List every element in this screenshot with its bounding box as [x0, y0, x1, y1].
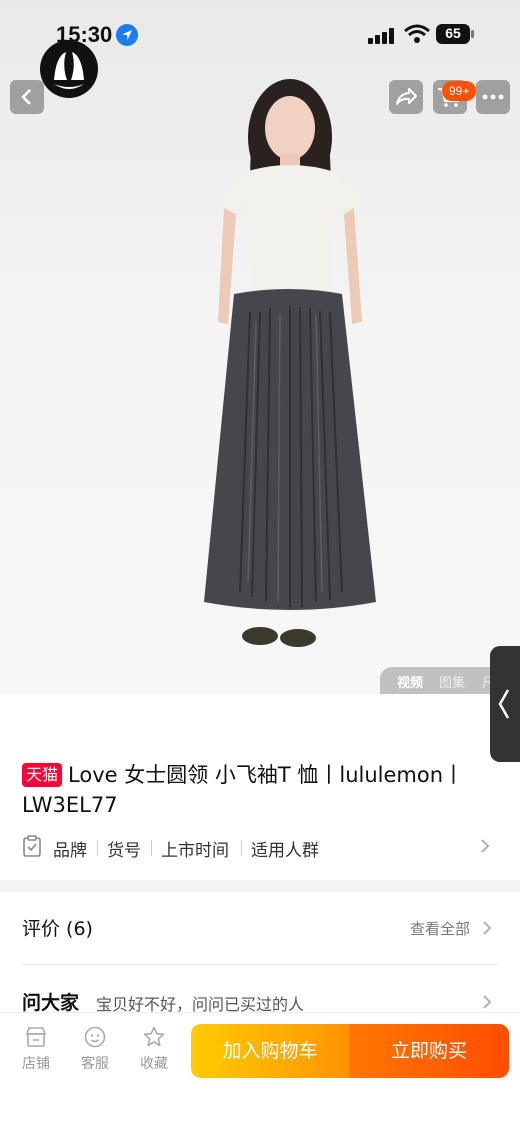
- tab-video[interactable]: 视频: [397, 672, 423, 691]
- view-all-reviews-link[interactable]: 查看全部: [410, 918, 470, 939]
- attribute-brand: 品牌: [53, 841, 87, 861]
- chevron-right-icon: [483, 921, 492, 935]
- buy-now-button[interactable]: 立即购买: [349, 1024, 509, 1078]
- bottom-action-bar: 店铺 客服 收藏 加入购物车 立即购买: [0, 1012, 520, 1127]
- tab-gallery[interactable]: 图集: [439, 672, 465, 691]
- product-attributes-row[interactable]: 品牌 货号 上市时间 适用人群: [22, 832, 498, 862]
- store-label: 店铺: [22, 1056, 50, 1072]
- share-button[interactable]: [389, 80, 423, 114]
- location-arrow-icon: [116, 24, 138, 46]
- tmall-badge: 天猫: [22, 763, 63, 787]
- section-divider: [0, 880, 520, 892]
- attribute-release-date: 上市时间: [161, 841, 229, 861]
- share-icon: [396, 88, 417, 105]
- favorite-button[interactable]: 收藏: [134, 1025, 174, 1073]
- clipboard-icon: [23, 835, 41, 857]
- chevron-right-icon: [483, 995, 492, 1009]
- chevron-left-icon: [21, 89, 31, 105]
- battery-level: 65: [445, 25, 461, 41]
- more-icon: [482, 94, 504, 100]
- chevron-left-icon: [498, 689, 510, 719]
- product-title-text: Love 女士圆领 小飞袖T 恤丨lululemon丨LW3EL77: [22, 763, 465, 817]
- wifi-icon: [404, 24, 430, 43]
- customer-service-button[interactable]: 客服: [75, 1025, 115, 1073]
- reviews-section[interactable]: 评价 (6) 查看全部: [22, 910, 498, 946]
- chevron-right-icon: [481, 839, 490, 853]
- store-button[interactable]: 店铺: [16, 1025, 56, 1073]
- reviews-title: 评价 (6): [22, 918, 93, 940]
- ask-everyone-title: 问大家: [22, 992, 80, 1014]
- star-icon: [143, 1026, 165, 1047]
- attribute-item-number: 货号: [107, 841, 141, 861]
- customer-service-icon: [84, 1026, 106, 1048]
- customer-service-label: 客服: [81, 1056, 109, 1072]
- store-icon: [25, 1027, 47, 1047]
- add-to-cart-button[interactable]: 加入购物车: [191, 1024, 349, 1078]
- more-button[interactable]: [476, 80, 510, 114]
- side-drawer-handle[interactable]: [490, 646, 520, 762]
- cellular-signal-icon: [368, 28, 394, 44]
- divider: [22, 964, 498, 965]
- product-photo: [204, 79, 376, 647]
- product-image-gallery[interactable]: 15:30 65 99+ 视频 图集 尺: [0, 0, 520, 694]
- battery-icon: 65: [436, 24, 474, 44]
- back-button[interactable]: [10, 80, 44, 114]
- lululemon-logo: [40, 40, 98, 98]
- attribute-target-group: 适用人群: [251, 841, 319, 861]
- cart-count-badge: 99+: [442, 81, 477, 101]
- favorite-label: 收藏: [140, 1056, 168, 1072]
- product-title: 天猫 Love 女士圆领 小飞袖T 恤丨lululemon丨LW3EL77: [22, 760, 492, 820]
